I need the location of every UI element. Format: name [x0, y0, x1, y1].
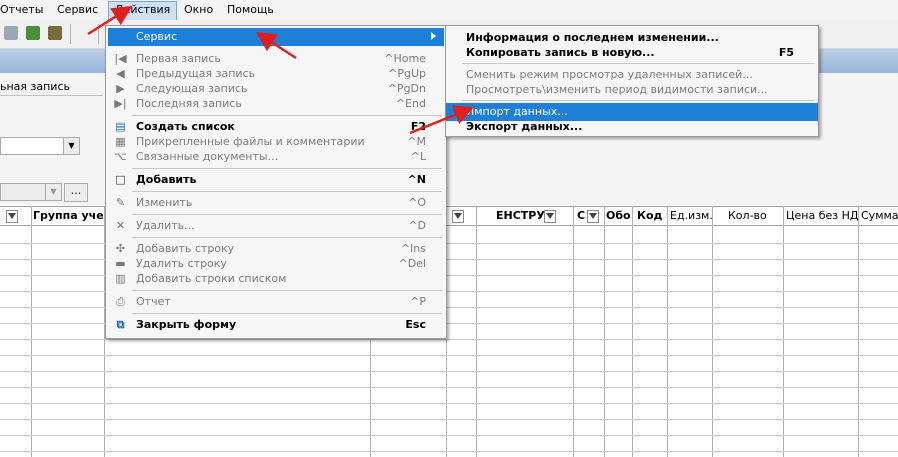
annotation-arrow: [255, 31, 297, 60]
annotation-arrow: [409, 105, 474, 135]
annotation-arrows: [87, 5, 474, 135]
annotation-arrow: [87, 5, 133, 36]
